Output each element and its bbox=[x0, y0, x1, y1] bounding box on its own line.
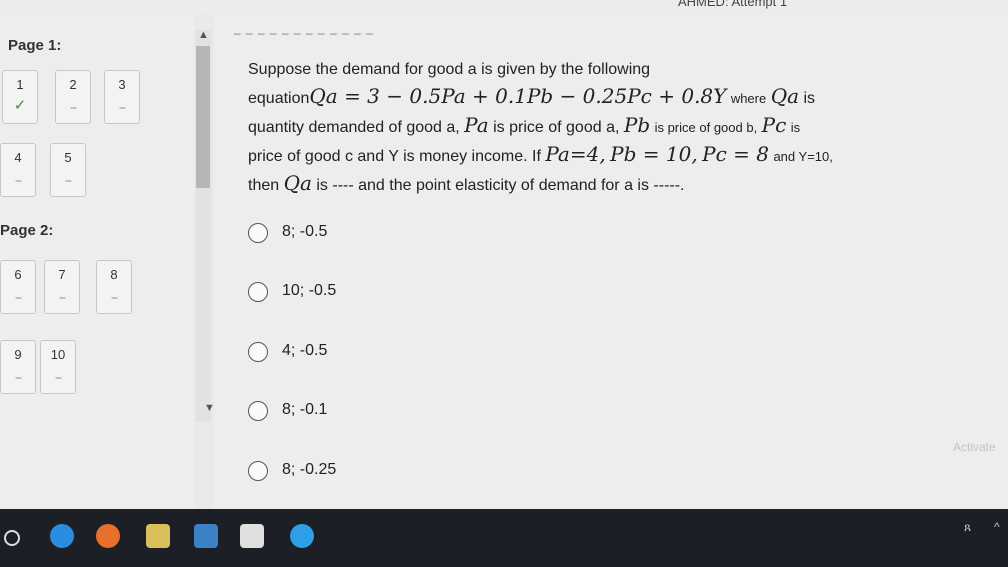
question-number: 3 bbox=[118, 77, 126, 92]
checkmark-icon: ✓ bbox=[13, 97, 27, 114]
is-text: is bbox=[803, 90, 816, 107]
mail-icon[interactable] bbox=[194, 524, 218, 548]
is-text-2: is bbox=[790, 120, 801, 135]
question-nav-4[interactable]: 4 -- bbox=[0, 143, 36, 197]
equation-prefix: equation bbox=[248, 90, 310, 107]
question-nav-1[interactable]: 1 ✓ bbox=[2, 70, 38, 124]
demand-equation: Qa = 3 − 0.5Pa + 0.1Pb − 0.25Pc + 0.8Y bbox=[309, 84, 727, 108]
question-status: -- bbox=[15, 290, 22, 304]
line2c: is price of good b, bbox=[654, 120, 758, 135]
edge-icon[interactable] bbox=[50, 524, 74, 548]
given-y: and Y=10, bbox=[773, 149, 833, 164]
question-number: 8 bbox=[110, 267, 118, 282]
question-number: 1 bbox=[16, 77, 24, 92]
qa-symbol: Qa bbox=[770, 84, 800, 108]
question-number: 7 bbox=[58, 267, 66, 282]
question-nav-8[interactable]: 8 -- bbox=[96, 260, 132, 314]
line3: price of good c and Y is money income. I… bbox=[248, 148, 541, 165]
question-status: -- bbox=[65, 173, 72, 187]
browser-icon[interactable] bbox=[290, 524, 314, 548]
question-intro: Suppose the demand for good a is given b… bbox=[248, 61, 651, 78]
option-label: 8; -0.25 bbox=[282, 461, 337, 478]
page-2-label: Page 2: bbox=[0, 222, 54, 239]
line4: is ---- and the point elasticity of dema… bbox=[316, 177, 685, 194]
radio-button[interactable] bbox=[248, 342, 268, 362]
activation-watermark: Activate bbox=[953, 440, 996, 454]
then-text: then bbox=[248, 177, 280, 194]
firefox-icon[interactable] bbox=[96, 524, 120, 548]
question-nav-7[interactable]: 7 -- bbox=[44, 260, 80, 314]
question-status: -- bbox=[70, 100, 77, 114]
radio-button[interactable] bbox=[248, 461, 268, 481]
question-nav-9[interactable]: 9 -- bbox=[0, 340, 36, 394]
radio-button[interactable] bbox=[248, 223, 268, 243]
option-label: 8; -0.5 bbox=[282, 223, 328, 240]
radio-button[interactable] bbox=[248, 282, 268, 302]
question-number: 10 bbox=[50, 347, 66, 362]
where-text: where bbox=[730, 91, 767, 106]
folder-icon[interactable] bbox=[146, 524, 170, 548]
option-label: 8; -0.1 bbox=[282, 401, 328, 418]
question-number: 6 bbox=[14, 267, 22, 282]
option-label: 4; -0.5 bbox=[282, 342, 328, 359]
question-number: 9 bbox=[14, 347, 22, 362]
line2a: quantity demanded of good a, bbox=[248, 119, 460, 136]
people-icon[interactable]: ጸ bbox=[964, 520, 971, 535]
question-status: -- bbox=[119, 100, 126, 114]
page-1-label: Page 1: bbox=[8, 37, 62, 54]
question-number: 5 bbox=[64, 150, 72, 165]
store-icon[interactable] bbox=[240, 524, 264, 548]
qa-symbol-2: Qa bbox=[283, 171, 312, 195]
question-number: 4 bbox=[14, 150, 22, 165]
question-number: 2 bbox=[69, 77, 77, 92]
chevron-up-icon[interactable]: ▲ bbox=[198, 29, 209, 41]
question-nav-6[interactable]: 6 -- bbox=[0, 260, 36, 314]
header-divider: ‒ ‒ ‒ ‒ ‒ ‒ ‒ ‒ ‒ ‒ ‒ ‒ bbox=[234, 26, 374, 40]
chevron-up-icon[interactable]: ^ bbox=[994, 520, 1000, 534]
question-status: -- bbox=[59, 290, 66, 304]
scrollbar-thumb[interactable] bbox=[196, 46, 210, 188]
question-status: -- bbox=[15, 370, 22, 384]
top-bar: AHMED: Attempt 1 bbox=[0, 0, 1008, 14]
question-nav-3[interactable]: 3 -- bbox=[104, 70, 140, 124]
attempt-label: AHMED: Attempt 1 bbox=[678, 0, 788, 9]
given-pb: Pb = 10, bbox=[610, 142, 698, 166]
given-pc: Pc = 8 bbox=[702, 142, 769, 166]
question-nav-2[interactable]: 2 -- bbox=[55, 70, 91, 124]
pa-symbol: Pa bbox=[464, 113, 489, 137]
question-nav-10[interactable]: 10 -- bbox=[40, 340, 76, 394]
question-status: -- bbox=[15, 173, 22, 187]
question-status: -- bbox=[111, 290, 118, 304]
option-label: 10; -0.5 bbox=[282, 282, 337, 299]
question-nav-5[interactable]: 5 -- bbox=[50, 143, 86, 197]
pb-symbol: Pb bbox=[623, 113, 651, 137]
question-status: -- bbox=[55, 370, 62, 384]
radio-button[interactable] bbox=[248, 401, 268, 421]
question-text: Suppose the demand for good a is given b… bbox=[248, 56, 948, 199]
search-icon[interactable] bbox=[4, 530, 20, 546]
pc-symbol: Pc bbox=[761, 113, 787, 137]
given-pa: Pa=4, bbox=[545, 142, 606, 166]
line2b: is price of good a, bbox=[493, 119, 620, 136]
